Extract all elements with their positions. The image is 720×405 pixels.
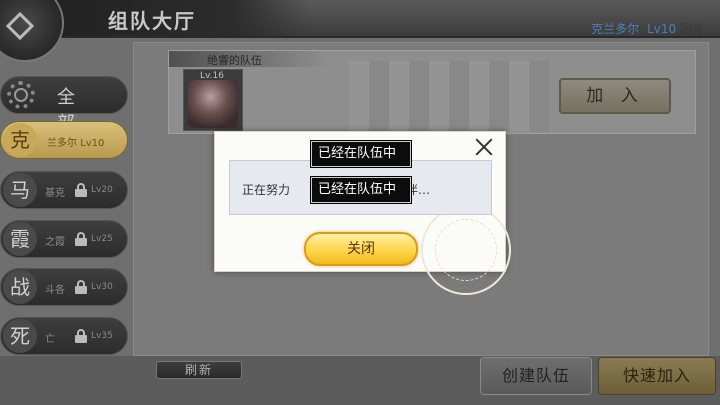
page-title: 组队大厅 bbox=[108, 9, 196, 33]
sidebar-item-si[interactable]: 死 亡 Lv35 bbox=[0, 317, 128, 355]
player-level: Lv10 bbox=[647, 22, 677, 36]
sidebar-item-name: 兰多尔 bbox=[47, 138, 77, 149]
team-lobby-screen: 组队大厅 克兰多尔 Lv10 困难 全 部 克 兰多尔 Lv10 马 基克 Lv… bbox=[0, 0, 720, 405]
sidebar-item-level: Lv35 bbox=[91, 331, 113, 341]
player-info: 克兰多尔 Lv10 困难 bbox=[591, 20, 704, 37]
player-name: 克兰多尔 bbox=[591, 22, 640, 36]
lock-icon bbox=[75, 183, 87, 197]
sidebar-item-label: 兰多尔 Lv10 bbox=[47, 134, 104, 149]
sidebar-item-ma[interactable]: 马 基克 Lv20 bbox=[0, 171, 128, 209]
sidebar-item-level: Lv10 bbox=[80, 138, 105, 149]
dialog-watermark-inner bbox=[435, 219, 497, 281]
join-label: 加 入 bbox=[586, 86, 644, 106]
member-slot[interactable]: Lv.16 bbox=[183, 69, 243, 131]
sidebar-item-kelanduoer[interactable]: 克 兰多尔 Lv10 bbox=[0, 121, 128, 159]
toast-message: 已经在队伍中 bbox=[310, 176, 412, 204]
empty-slots bbox=[349, 61, 549, 131]
quick-join-button[interactable]: 快速加入 bbox=[598, 357, 716, 395]
team-name: 绝響的队伍 bbox=[207, 54, 262, 67]
sidebar-item-zhan[interactable]: 战 斗各 Lv30 bbox=[0, 268, 128, 306]
difficulty-label: 困难 bbox=[679, 22, 704, 36]
sidebar-glyph: 克 bbox=[3, 123, 37, 157]
toast-text: 已经在队伍中 bbox=[318, 146, 397, 161]
toast-message: 已经在队伍中 bbox=[310, 140, 412, 168]
member-avatar bbox=[188, 80, 238, 128]
join-button[interactable]: 加 入 bbox=[559, 78, 671, 114]
sidebar-item-label: 斗各 bbox=[45, 285, 65, 296]
message-prefix: 正在努力 bbox=[242, 183, 291, 197]
back-diamond-icon bbox=[5, 11, 35, 41]
sidebar-glyph: 霞 bbox=[3, 222, 37, 256]
header-bar: 组队大厅 克兰多尔 Lv10 困难 bbox=[0, 0, 720, 38]
sidebar-item-all[interactable]: 全 部 bbox=[0, 76, 128, 134]
lock-icon bbox=[75, 232, 87, 246]
create-team-button[interactable]: 创建队伍 bbox=[480, 357, 592, 395]
sidebar-item-label: 基克 bbox=[45, 188, 65, 199]
sidebar-item-label: 之霞 bbox=[45, 237, 65, 248]
sidebar-glyph: 死 bbox=[3, 319, 37, 353]
close-button[interactable]: 关闭 bbox=[304, 232, 418, 266]
sidebar-item-level: Lv25 bbox=[91, 234, 113, 244]
close-label: 关闭 bbox=[347, 241, 375, 257]
lock-icon bbox=[75, 329, 87, 343]
gear-core bbox=[14, 88, 28, 102]
refresh-label: 刷新 bbox=[184, 363, 213, 377]
refresh-button[interactable]: 刷新 bbox=[156, 361, 242, 379]
sidebar-item-xia[interactable]: 霞 之霞 Lv25 bbox=[0, 220, 128, 258]
sidebar-glyph: 马 bbox=[3, 173, 37, 207]
back-button[interactable] bbox=[0, 0, 64, 62]
create-team-label: 创建队伍 bbox=[501, 366, 570, 385]
sidebar-glyph: 战 bbox=[3, 270, 37, 304]
sidebar-item-label: 亡 bbox=[45, 334, 55, 345]
sidebar-item-level: Lv30 bbox=[91, 282, 113, 292]
team-name-bar: 绝響的队伍 bbox=[169, 51, 329, 67]
toast-text: 已经在队伍中 bbox=[318, 182, 397, 197]
sidebar-item-level: Lv20 bbox=[91, 185, 113, 195]
close-icon[interactable] bbox=[472, 136, 496, 158]
lock-icon bbox=[75, 280, 87, 294]
quick-join-label: 快速加入 bbox=[622, 366, 691, 385]
